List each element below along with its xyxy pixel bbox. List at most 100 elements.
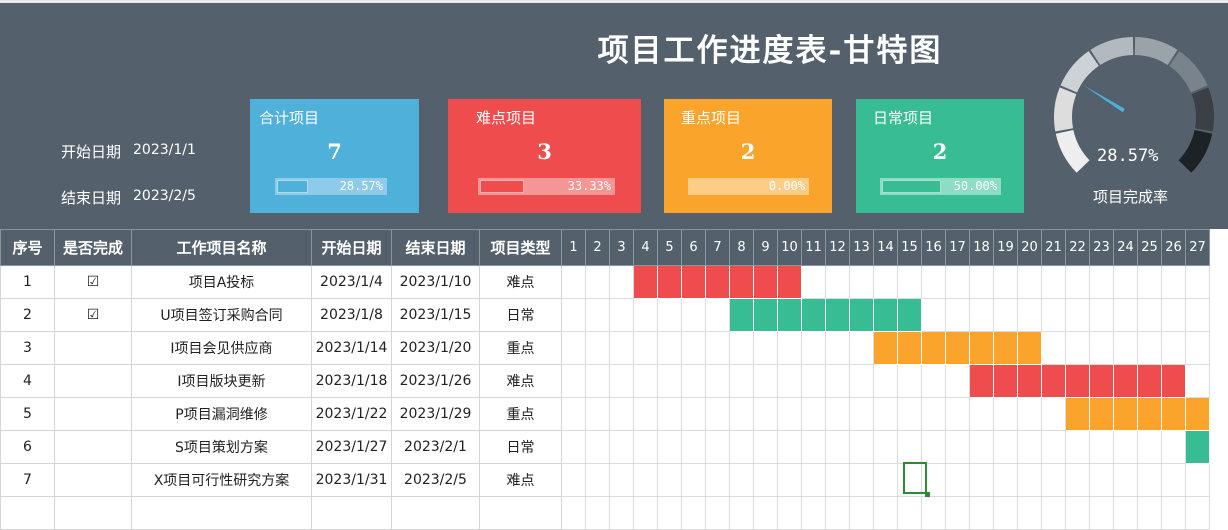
fill-handle[interactable] — [925, 492, 930, 497]
gantt-cell[interactable] — [1017, 298, 1042, 332]
table-row[interactable]: 1 ☑ 项目A投标 2023/1/4 2023/1/10 难点 — [0, 265, 1210, 299]
cell-no[interactable]: 2 — [0, 298, 55, 332]
gantt-cell[interactable] — [1089, 463, 1114, 497]
gantt-bar-cell[interactable] — [777, 265, 802, 299]
gantt-cell[interactable] — [561, 331, 586, 365]
gantt-cell[interactable] — [1185, 298, 1210, 332]
empty-cell[interactable] — [897, 496, 922, 530]
gantt-cell[interactable] — [801, 364, 826, 398]
gantt-bar-cell[interactable] — [801, 298, 826, 332]
gantt-cell[interactable] — [921, 298, 946, 332]
table-row[interactable]: 5 P项目漏洞维修 2023/1/22 2023/1/29 重点 — [0, 397, 1210, 431]
gantt-cell[interactable] — [1161, 331, 1186, 365]
gantt-cell[interactable] — [1089, 298, 1114, 332]
gantt-cell[interactable] — [1089, 430, 1114, 464]
gantt-cell[interactable] — [609, 265, 634, 299]
gantt-cell[interactable] — [561, 463, 586, 497]
gantt-cell[interactable] — [969, 298, 994, 332]
cell-type[interactable]: 重点 — [479, 331, 562, 365]
gantt-cell[interactable] — [585, 298, 610, 332]
gantt-cell[interactable] — [657, 430, 682, 464]
gantt-cell[interactable] — [561, 265, 586, 299]
gantt-cell[interactable] — [1065, 331, 1090, 365]
table-row[interactable]: 4 I项目版块更新 2023/1/18 2023/1/26 难点 — [0, 364, 1210, 398]
empty-cell[interactable] — [131, 496, 312, 530]
cell-name[interactable]: U项目签订采购合同 — [131, 298, 312, 332]
gantt-cell[interactable] — [849, 463, 874, 497]
gantt-bar-cell[interactable] — [1089, 397, 1114, 431]
gantt-cell[interactable] — [777, 430, 802, 464]
cell-done[interactable] — [54, 331, 132, 365]
cell-done[interactable] — [54, 463, 132, 497]
gantt-bar-cell[interactable] — [969, 331, 994, 365]
gantt-bar-cell[interactable] — [633, 265, 658, 299]
gantt-bar-cell[interactable] — [1161, 397, 1186, 431]
gantt-cell[interactable] — [657, 298, 682, 332]
gantt-cell[interactable] — [1041, 265, 1066, 299]
gantt-bar-cell[interactable] — [1137, 397, 1162, 431]
gantt-cell[interactable] — [681, 430, 706, 464]
gantt-cell[interactable] — [873, 463, 898, 497]
gantt-cell[interactable] — [897, 265, 922, 299]
table-row[interactable]: 6 S项目策划方案 2023/1/27 2023/2/1 日常 — [0, 430, 1210, 464]
gantt-cell[interactable] — [849, 430, 874, 464]
gantt-cell[interactable] — [1065, 298, 1090, 332]
gantt-cell[interactable] — [1065, 265, 1090, 299]
gantt-cell[interactable] — [705, 430, 730, 464]
cell-type[interactable]: 日常 — [479, 298, 562, 332]
gantt-cell[interactable] — [945, 430, 970, 464]
gantt-cell[interactable] — [609, 331, 634, 365]
empty-cell[interactable] — [561, 496, 586, 530]
cell-name[interactable]: S项目策划方案 — [131, 430, 312, 464]
gantt-cell[interactable] — [609, 397, 634, 431]
gantt-cell[interactable] — [1185, 331, 1210, 365]
gantt-cell[interactable] — [1185, 463, 1210, 497]
gantt-bar-cell[interactable] — [1065, 364, 1090, 398]
gantt-cell[interactable] — [801, 430, 826, 464]
gantt-bar-cell[interactable] — [1017, 331, 1042, 365]
selected-cell[interactable] — [903, 462, 927, 494]
gantt-cell[interactable] — [585, 364, 610, 398]
cell-type[interactable]: 日常 — [479, 430, 562, 464]
gantt-bar-cell[interactable] — [1089, 364, 1114, 398]
gantt-cell[interactable] — [1137, 463, 1162, 497]
gantt-cell[interactable] — [801, 331, 826, 365]
gantt-cell[interactable] — [681, 397, 706, 431]
cell-done[interactable]: ☑ — [54, 298, 132, 332]
cell-name[interactable]: I项目版块更新 — [131, 364, 312, 398]
gantt-cell[interactable] — [753, 331, 778, 365]
cell-type[interactable]: 难点 — [479, 463, 562, 497]
gantt-cell[interactable] — [777, 364, 802, 398]
gantt-bar-cell[interactable] — [657, 265, 682, 299]
gantt-cell[interactable] — [561, 298, 586, 332]
gantt-bar-cell[interactable] — [897, 298, 922, 332]
gantt-cell[interactable] — [969, 463, 994, 497]
gantt-cell[interactable] — [1113, 430, 1138, 464]
gantt-bar-cell[interactable] — [1137, 364, 1162, 398]
gantt-bar-cell[interactable] — [729, 298, 754, 332]
empty-cell[interactable] — [969, 496, 994, 530]
gantt-cell[interactable] — [633, 463, 658, 497]
gantt-cell[interactable] — [1161, 265, 1186, 299]
table-row[interactable]: 3 I项目会见供应商 2023/1/14 2023/1/20 重点 — [0, 331, 1210, 365]
cell-no[interactable]: 7 — [0, 463, 55, 497]
gantt-cell[interactable] — [1113, 331, 1138, 365]
gantt-cell[interactable] — [1137, 265, 1162, 299]
empty-cell[interactable] — [1161, 496, 1186, 530]
gantt-cell[interactable] — [969, 430, 994, 464]
gantt-cell[interactable] — [945, 397, 970, 431]
empty-cell[interactable] — [657, 496, 682, 530]
cell-type[interactable]: 重点 — [479, 397, 562, 431]
gantt-bar-cell[interactable] — [1041, 364, 1066, 398]
empty-cell[interactable] — [945, 496, 970, 530]
gantt-cell[interactable] — [681, 463, 706, 497]
cell-end[interactable]: 2023/1/29 — [391, 397, 480, 431]
gantt-cell[interactable] — [921, 430, 946, 464]
empty-cell[interactable] — [849, 496, 874, 530]
gantt-cell[interactable] — [1161, 430, 1186, 464]
gantt-bar-cell[interactable] — [969, 364, 994, 398]
gantt-bar-cell[interactable] — [873, 331, 898, 365]
cell-end[interactable]: 2023/1/15 — [391, 298, 480, 332]
gantt-cell[interactable] — [753, 364, 778, 398]
gantt-bar-cell[interactable] — [777, 298, 802, 332]
